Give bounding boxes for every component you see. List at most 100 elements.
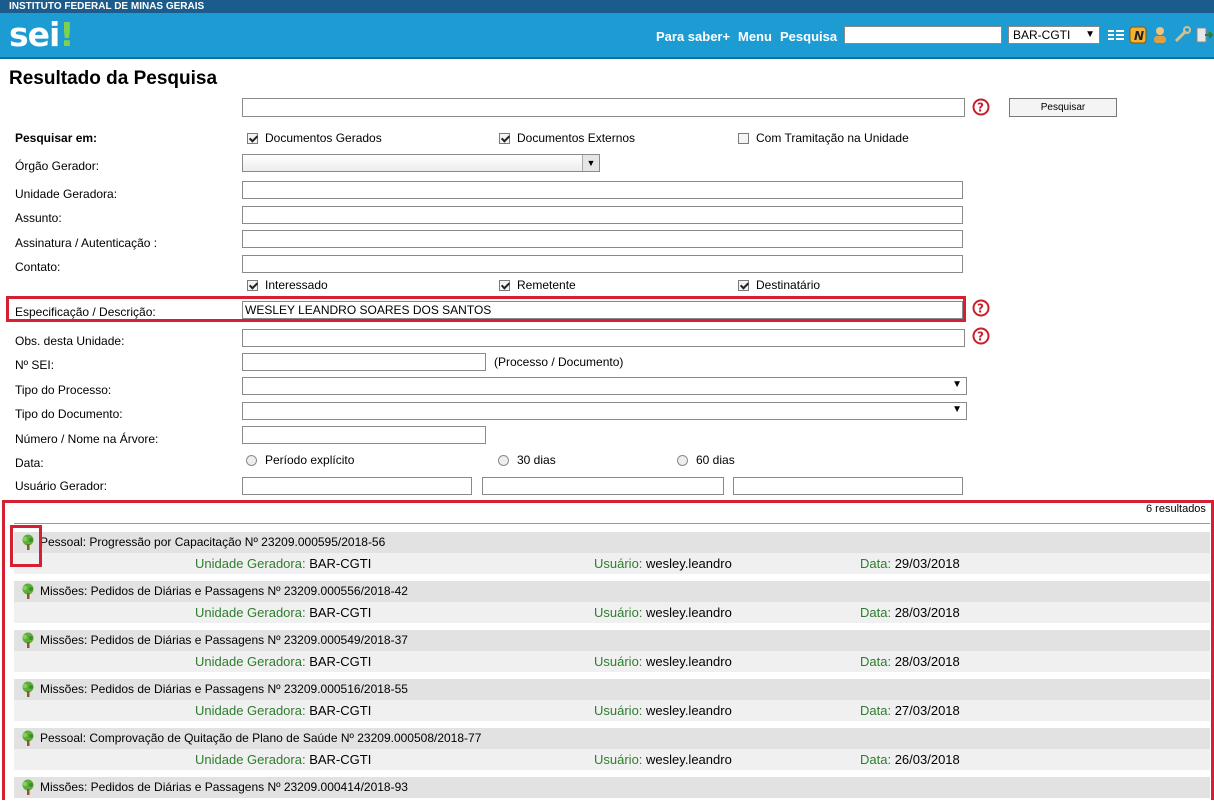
result-title-link[interactable]: Missões: Pedidos de Diárias e Passagens … [40, 630, 408, 651]
result-title-link[interactable]: Pessoal: Comprovação de Quitação de Plan… [40, 728, 481, 749]
checkbox-label: Com Tramitação na Unidade [756, 131, 909, 145]
tree-icon[interactable] [20, 730, 36, 747]
especificacao-input[interactable]: WESLEY LEANDRO SOARES DOS SANTOS [242, 301, 963, 319]
result-unidade: Unidade Geradora: BAR-CGTI [195, 602, 371, 623]
tree-icon[interactable] [20, 632, 36, 649]
result-data: Data: 28/03/2018 [860, 602, 960, 623]
checkbox-label: Documentos Gerados [265, 131, 382, 145]
orgao-gerador-select[interactable]: ▼ [242, 154, 600, 172]
checkbox-box[interactable] [499, 132, 510, 144]
checkbox-label: Remetente [517, 278, 576, 292]
tools-icon[interactable] [1173, 26, 1191, 44]
radio-periodo-explicito[interactable]: Período explícito [246, 453, 354, 467]
checkbox-box[interactable] [499, 279, 510, 291]
checkbox-box[interactable] [738, 132, 749, 144]
result-unidade: Unidade Geradora: BAR-CGTI [195, 553, 371, 574]
help-icon[interactable]: ? [972, 98, 990, 116]
usuario-gerador-input-1[interactable] [242, 477, 472, 495]
checkbox-documentos-externos[interactable]: Documentos Externos [499, 131, 635, 145]
result-usuario-value[interactable]: wesley.leandro [646, 654, 732, 669]
unidade-geradora-input[interactable] [242, 181, 963, 199]
checkbox-remetente[interactable]: Remetente [499, 278, 576, 292]
quick-search-input[interactable] [844, 26, 1002, 44]
result-usuario-value[interactable]: wesley.leandro [646, 556, 732, 571]
tree-icon[interactable] [20, 681, 36, 698]
user-icon[interactable] [1151, 26, 1169, 44]
nav-link-menu[interactable]: Menu [738, 29, 772, 44]
radio-dot[interactable] [246, 454, 257, 466]
result-title-link[interactable]: Missões: Pedidos de Diárias e Passagens … [40, 679, 408, 700]
result-usuario-label: Usuário: [594, 556, 643, 571]
result-data-value: 26/03/2018 [894, 752, 960, 767]
assinatura-input[interactable] [242, 230, 963, 248]
list-icon[interactable] [1107, 26, 1125, 44]
tree-icon[interactable] [20, 583, 36, 600]
checkbox-documentos-gerados[interactable]: Documentos Gerados [247, 131, 382, 145]
results-divider [14, 523, 1210, 524]
svg-text:?: ? [977, 330, 984, 344]
contato-input[interactable] [242, 255, 963, 273]
orgao-gerador-label: Órgão Gerador: [15, 159, 100, 173]
result-usuario-value[interactable]: wesley.leandro [646, 605, 732, 620]
numero-sei-input[interactable] [242, 353, 486, 371]
result-meta: Unidade Geradora: BAR-CGTI Usuário: wesle… [14, 749, 1210, 770]
radio-dot[interactable] [677, 454, 688, 466]
chevron-down-icon: ▼ [952, 379, 962, 390]
result-row: Pessoal: Comprovação de Quitação de Plan… [14, 728, 1210, 749]
numero-sei-hint: (Processo / Documento) [494, 355, 624, 369]
checkbox-box[interactable] [247, 279, 258, 291]
numero-arvore-label: Número / Nome na Árvore: [15, 432, 159, 446]
nav-link-para-saber[interactable]: Para saber+ [656, 29, 730, 44]
assunto-input[interactable] [242, 206, 963, 224]
radio-label: 60 dias [696, 453, 735, 467]
pesquisar-button[interactable]: Pesquisar [1009, 98, 1117, 117]
radio-dot[interactable] [498, 454, 509, 466]
tree-icon[interactable] [20, 779, 36, 796]
checkbox-destinatario[interactable]: Destinatário [738, 278, 820, 292]
result-data-value: 29/03/2018 [894, 556, 960, 571]
main-search-input[interactable] [242, 98, 965, 117]
checkbox-com-tramitacao[interactable]: Com Tramitação na Unidade [738, 131, 909, 145]
result-usuario: Usuário: wesley.leandro [594, 700, 732, 721]
result-data: Data: 28/03/2018 [860, 651, 960, 672]
usuario-gerador-input-2[interactable] [482, 477, 724, 495]
result-unidade-label: Unidade Geradora: [195, 654, 306, 669]
tree-icon[interactable] [20, 534, 36, 551]
help-icon[interactable]: ? [972, 299, 990, 317]
obs-label: Obs. desta Unidade: [15, 334, 125, 348]
tipo-documento-label: Tipo do Documento: [15, 407, 123, 421]
result-unidade: Unidade Geradora: BAR-CGTI [195, 700, 371, 721]
result-unidade-value: BAR-CGTI [309, 752, 372, 767]
radio-30-dias[interactable]: 30 dias [498, 453, 556, 467]
numero-arvore-input[interactable] [242, 426, 486, 444]
result-row: Missões: Pedidos de Diárias e Passagens … [14, 630, 1210, 651]
logo-text: sei [9, 15, 60, 54]
result-title-link[interactable]: Missões: Pedidos de Diárias e Passagens … [40, 777, 408, 798]
result-usuario-value[interactable]: wesley.leandro [646, 703, 732, 718]
result-title-link[interactable]: Missões: Pedidos de Diárias e Passagens … [40, 581, 408, 602]
tipo-documento-select[interactable]: ▼ [242, 402, 967, 420]
exit-icon[interactable] [1195, 26, 1213, 44]
result-unidade-value: BAR-CGTI [309, 605, 372, 620]
radio-60-dias[interactable]: 60 dias [677, 453, 735, 467]
result-data-label: Data: [860, 556, 892, 571]
obs-input[interactable] [242, 329, 965, 347]
checkbox-interessado[interactable]: Interessado [247, 278, 328, 292]
nav-link-pesquisa[interactable]: Pesquisa [780, 29, 837, 44]
result-title-link[interactable]: Pessoal: Progressão por Capacitação Nº 2… [40, 532, 385, 553]
data-label: Data: [15, 456, 44, 470]
result-data-label: Data: [860, 703, 892, 718]
unit-select[interactable]: BAR-CGTI ▼ [1008, 26, 1100, 44]
checkbox-box[interactable] [247, 132, 258, 144]
result-row: Missões: Pedidos de Diárias e Passagens … [14, 581, 1210, 602]
result-row: Missões: Pedidos de Diárias e Passagens … [14, 777, 1210, 798]
help-icon[interactable]: ? [972, 327, 990, 345]
notes-icon[interactable]: N [1129, 26, 1147, 44]
result-usuario-value[interactable]: wesley.leandro [646, 752, 732, 767]
usuario-gerador-input-3[interactable] [733, 477, 963, 495]
tipo-processo-select[interactable]: ▼ [242, 377, 967, 395]
sei-logo[interactable]: sei! [9, 15, 74, 54]
result-unidade-label: Unidade Geradora: [195, 752, 306, 767]
unidade-geradora-label: Unidade Geradora: [15, 187, 118, 201]
checkbox-box[interactable] [738, 279, 749, 291]
